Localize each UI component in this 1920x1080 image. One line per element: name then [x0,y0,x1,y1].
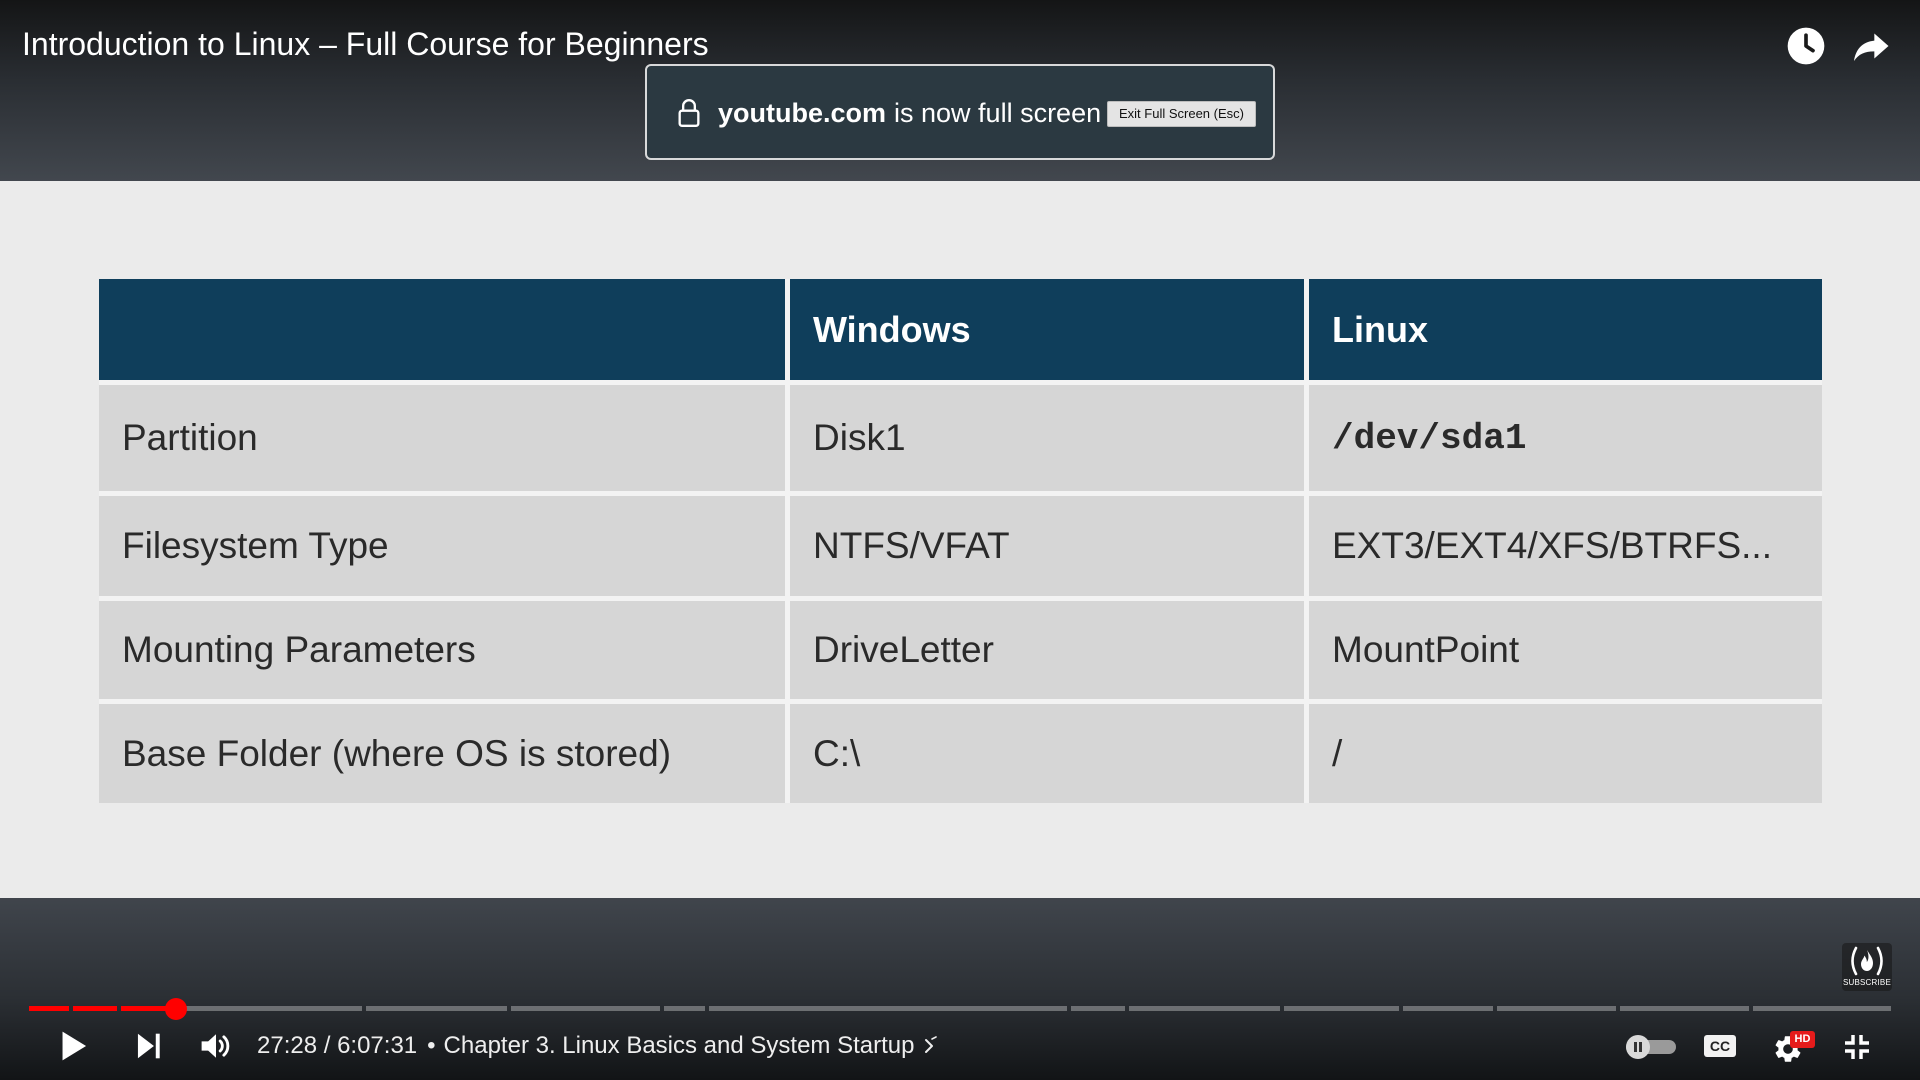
table-cell: Mounting Parameters [99,601,785,699]
table-cell: NTFS/VFAT [790,496,1304,596]
chapter-segment[interactable] [709,1006,1067,1011]
chapter-segment[interactable] [511,1006,660,1011]
chapter-segment[interactable] [73,1006,117,1011]
chapter-segment[interactable] [1071,1006,1125,1011]
watch-later-button[interactable] [1786,26,1826,66]
table-cell: / [1309,704,1822,803]
progress-track[interactable] [29,1006,1891,1011]
chapter-segment[interactable] [664,1006,705,1011]
chapter-segment[interactable] [1497,1006,1616,1011]
table-cell: Partition [99,385,785,491]
chevron-right-icon [925,1036,938,1053]
play-button[interactable] [57,1029,89,1063]
chapter-segment[interactable] [29,1006,69,1011]
fullscreen-message: is now full screen [894,98,1102,128]
next-icon [137,1033,160,1059]
video-player[interactable]: Introduction to Linux – Full Course for … [0,0,1920,1080]
time-and-chapter: 27:28 / 6:07:31 • Chapter 3. Linux Basic… [257,1031,940,1061]
exit-fullscreen-icon [1845,1035,1869,1059]
comparison-table: Windows Linux Partition Disk1 /dev/sda1 … [99,279,1822,803]
autoplay-toggle[interactable] [1624,1034,1678,1060]
settings-button[interactable]: HD [1772,1031,1815,1065]
played-fill [29,1006,69,1011]
share-icon [1854,33,1889,61]
exit-fullscreen-control[interactable] [1841,1031,1873,1063]
progress-bar[interactable] [29,998,1891,1020]
subscribe-watermark[interactable]: SUBSCRIBE [1842,943,1892,991]
captions-button[interactable]: CC [1704,1035,1736,1057]
table-header-cell [99,279,785,380]
share-button[interactable] [1851,26,1891,66]
autoplay-toggle-icon [1626,1035,1676,1059]
scrubber-handle[interactable] [165,998,188,1020]
subscribe-label: SUBSCRIBE [1842,978,1892,987]
lock-icon [678,99,700,127]
chapter-segment[interactable] [1403,1006,1493,1011]
time-display: 27:28 / 6:07:31 [257,1032,418,1059]
play-icon [62,1031,87,1061]
table-cell: C:\ [790,704,1304,803]
chapter-title-button[interactable]: Chapter 3. Linux Basics and System Start… [444,1031,941,1061]
chapter-segment[interactable] [1620,1006,1749,1011]
table-cell: Base Folder (where OS is stored) [99,704,785,803]
played-fill [73,1006,117,1011]
video-frame-slide: Windows Linux Partition Disk1 /dev/sda1 … [0,181,1920,898]
chapter-segment[interactable] [1129,1006,1280,1011]
exit-fullscreen-button[interactable]: Exit Full Screen (Esc) [1107,101,1256,127]
chapter-segment[interactable] [1284,1006,1399,1011]
top-overlay: Introduction to Linux – Full Course for … [0,0,1920,181]
table-cell: Disk1 [790,385,1304,491]
table-cell: DriveLetter [790,601,1304,699]
table-cell: MountPoint [1309,601,1822,699]
chapter-segment[interactable] [1753,1006,1891,1011]
table-header-cell: Windows [790,279,1304,380]
chapter-segment[interactable] [366,1006,507,1011]
fullscreen-notice-text: youtube.com is now full screen [718,96,1101,130]
volume-icon [201,1034,230,1058]
chapter-separator: • [427,1032,436,1059]
chapter-segment[interactable] [121,1006,362,1011]
volume-button[interactable] [199,1030,233,1062]
hd-badge: HD [1790,1031,1815,1048]
table-cell: Filesystem Type [99,496,785,596]
freecodecamp-logo-icon [1851,946,1883,976]
next-video-button[interactable] [134,1030,164,1062]
table-cell: /dev/sda1 [1309,385,1822,491]
fullscreen-domain: youtube.com [718,98,887,128]
captions-label: CC [1709,1038,1731,1054]
video-title[interactable]: Introduction to Linux – Full Course for … [22,24,709,64]
clock-icon [1787,27,1825,65]
table-header-cell: Linux [1309,279,1822,380]
chapter-title: Chapter 3. Linux Basics and System Start… [443,1032,915,1059]
table-cell: EXT3/EXT4/XFS/BTRFS... [1309,496,1822,596]
fullscreen-notice: youtube.com is now full screen Exit Full … [645,64,1275,160]
